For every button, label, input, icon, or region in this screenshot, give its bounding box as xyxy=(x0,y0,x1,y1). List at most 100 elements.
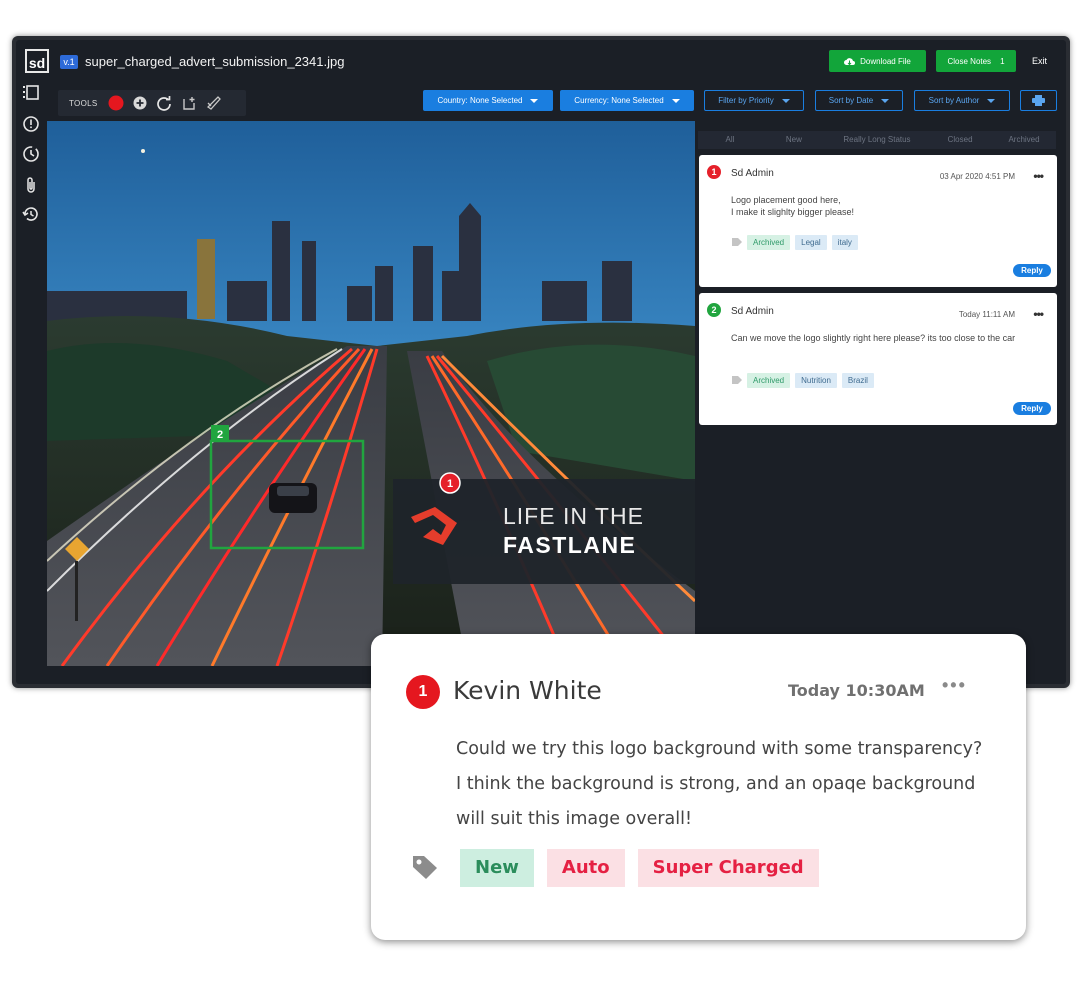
comment-line: will suit this image overall! xyxy=(456,809,693,829)
note-author: Sd Admin xyxy=(731,306,774,317)
marker-1-number[interactable]: 1 xyxy=(447,478,453,490)
note-body-line: I make it slighlty bigger please! xyxy=(731,207,855,217)
more-options-icon[interactable]: ••• xyxy=(1033,169,1044,183)
author-sort-label: Sort by Author xyxy=(928,96,980,105)
note-number-badge: 2 xyxy=(707,303,721,317)
tag-chip[interactable]: Legal xyxy=(795,235,827,250)
comment-line: Could we try this logo background with s… xyxy=(456,739,983,759)
country-filter-label: Country: None Selected xyxy=(437,96,523,105)
comment-popup[interactable]: 1 Kevin White Today 10:30AM ••• Could we… xyxy=(371,634,1026,940)
record-dot-icon xyxy=(108,95,124,111)
tag-chip[interactable]: Archived xyxy=(747,235,791,250)
comment-body: Could we try this logo background with s… xyxy=(456,732,996,837)
note-body-line: Logo placement good here, xyxy=(731,195,841,205)
tag-chip[interactable]: italy xyxy=(831,235,858,250)
note-tags: Archived Nutrition Brazil xyxy=(747,373,874,388)
comment-line: I think the background is strong, and an… xyxy=(456,774,976,794)
app-inner: sd v.1 super_charged_advert_submission_2… xyxy=(16,40,1066,684)
tag-icon xyxy=(413,856,437,879)
logo-overlay-line1: LIFE IN THE xyxy=(503,503,644,529)
author-sort[interactable]: Sort by Author xyxy=(914,90,1010,111)
add-tool[interactable] xyxy=(132,95,148,111)
app-window: sd v.1 super_charged_advert_submission_2… xyxy=(12,36,1070,688)
logo-overlay-line2: FASTLANE xyxy=(503,532,636,558)
crop-icon xyxy=(183,97,195,110)
comment-time: Today 10:30AM xyxy=(788,681,925,700)
plus-circle-icon xyxy=(133,96,147,110)
note-number-badge: 1 xyxy=(707,165,721,179)
tab-all[interactable]: All xyxy=(698,131,762,149)
note-card[interactable]: 2 Sd Admin Today 11:11 AM ••• Can we mov… xyxy=(699,293,1057,425)
country-filter[interactable]: Country: None Selected xyxy=(423,90,553,111)
more-options-icon[interactable]: ••• xyxy=(942,675,967,696)
pen-icon xyxy=(206,96,221,110)
reply-button[interactable]: Reply xyxy=(1013,402,1051,415)
chevron-down-icon xyxy=(530,98,539,103)
version-badge[interactable]: v.1 xyxy=(60,55,78,69)
tag-chip-auto[interactable]: Auto xyxy=(546,849,625,887)
attachment-icon[interactable] xyxy=(22,176,40,194)
more-options-icon[interactable]: ••• xyxy=(1033,307,1044,321)
tag-chip[interactable]: Brazil xyxy=(841,373,874,388)
note-card[interactable]: 1 Sd Admin 03 Apr 2020 4:51 PM ••• Logo … xyxy=(699,155,1057,287)
rotate-icon xyxy=(157,96,171,111)
print-button[interactable] xyxy=(1020,90,1057,111)
city-highway-photo: 2 LIFE IN THE FASTLANE 1 xyxy=(47,121,695,666)
comment-author: Kevin White xyxy=(453,676,602,705)
note-body: Can we move the logo slightly right here… xyxy=(731,332,1047,344)
chevron-down-icon xyxy=(987,98,996,103)
comment-tags: New Auto Super Charged xyxy=(460,849,819,887)
reply-button[interactable]: Reply xyxy=(1013,264,1051,277)
status-tabs: All New Really Long Status Closed Archiv… xyxy=(698,131,1056,149)
tab-closed[interactable]: Closed xyxy=(928,131,992,149)
alert-circle-icon[interactable] xyxy=(22,115,40,133)
priority-filter[interactable]: Filter by Priority xyxy=(704,90,804,111)
note-body: Logo placement good here, I make it slig… xyxy=(731,194,1047,218)
layout-icon[interactable] xyxy=(22,84,40,102)
file-name: super_charged_advert_submission_2341.jpg xyxy=(85,54,345,69)
note-author: Sd Admin xyxy=(731,168,774,179)
top-bar: sd v.1 super_charged_advert_submission_2… xyxy=(16,40,1066,84)
printer-icon xyxy=(1032,95,1045,106)
close-notes-button[interactable]: Close Notes 1 xyxy=(936,50,1016,72)
image-canvas[interactable]: 2 LIFE IN THE FASTLANE 1 xyxy=(47,121,695,666)
tab-really-long-status[interactable]: Really Long Status xyxy=(826,131,928,149)
rotate-tool[interactable] xyxy=(156,95,172,111)
tools-bar: TOOLS xyxy=(58,90,246,116)
crop-tool[interactable] xyxy=(181,95,197,111)
download-label: Download File xyxy=(860,56,911,66)
chevron-down-icon xyxy=(881,98,890,103)
tag-icon xyxy=(732,376,742,384)
record-tool[interactable] xyxy=(108,95,124,111)
note-time: Today 11:11 AM xyxy=(958,310,1015,319)
tag-chip-new[interactable]: New xyxy=(460,849,534,887)
tools-label: TOOLS xyxy=(69,99,98,108)
tab-archived[interactable]: Archived xyxy=(992,131,1056,149)
date-sort[interactable]: Sort by Date xyxy=(815,90,903,111)
marker-2-number[interactable]: 2 xyxy=(217,429,223,441)
chevron-down-icon xyxy=(781,98,790,103)
comment-number-badge: 1 xyxy=(406,675,440,709)
priority-filter-label: Filter by Priority xyxy=(718,96,774,105)
tag-chip-super-charged[interactable]: Super Charged xyxy=(637,849,819,887)
restore-icon[interactable] xyxy=(22,205,40,223)
cloud-download-icon xyxy=(844,57,856,65)
note-time: 03 Apr 2020 4:51 PM xyxy=(939,172,1015,181)
tag-icon xyxy=(732,238,742,246)
close-notes-label: Close Notes xyxy=(947,56,992,66)
draw-tool[interactable] xyxy=(206,95,222,111)
note-tags: Archived Legal italy xyxy=(747,235,858,250)
history-icon[interactable] xyxy=(22,145,40,163)
currency-filter[interactable]: Currency: None Selected xyxy=(560,90,694,111)
tab-new[interactable]: New xyxy=(762,131,826,149)
close-notes-count: 1 xyxy=(1000,56,1005,66)
chevron-down-icon xyxy=(671,98,680,103)
download-file-button[interactable]: Download File xyxy=(829,50,926,72)
note-body-line: Can we move the logo slightly right here… xyxy=(731,333,1016,343)
app-logo[interactable]: sd xyxy=(25,49,49,73)
date-sort-label: Sort by Date xyxy=(828,96,874,105)
currency-filter-label: Currency: None Selected xyxy=(574,96,664,105)
tag-chip[interactable]: Archived xyxy=(747,373,791,388)
tag-chip[interactable]: Nutrition xyxy=(795,373,837,388)
exit-button[interactable]: Exit xyxy=(1032,56,1047,66)
